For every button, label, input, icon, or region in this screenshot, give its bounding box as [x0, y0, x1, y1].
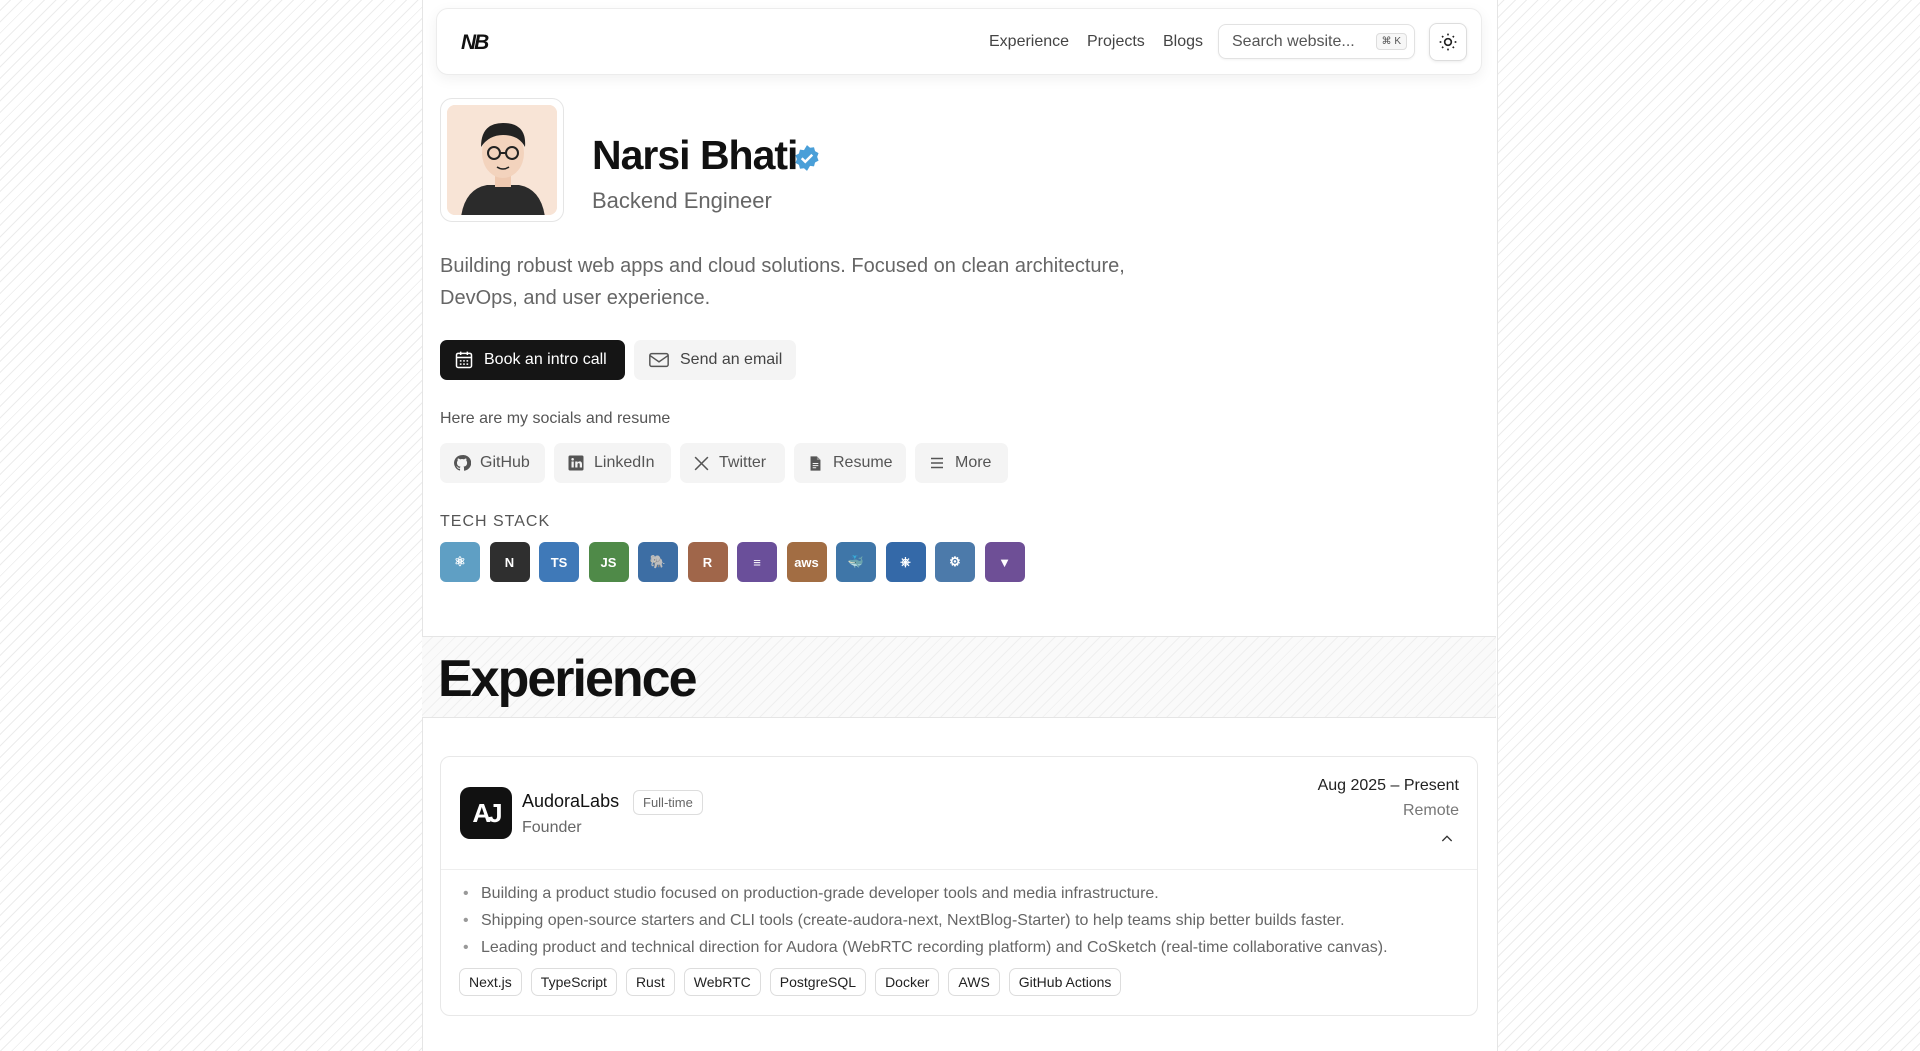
docker-icon[interactable]: 🐳 [836, 542, 876, 582]
tech-tag: WebRTC [683, 968, 761, 996]
social-more-button[interactable]: More [915, 443, 1008, 483]
search-shortcut: ⌘ K [1375, 33, 1407, 50]
experience-card: AJ AudoraLabs Full-time Founder Aug 2025… [440, 756, 1478, 1016]
verified-badge-icon [795, 145, 819, 171]
job-bullets: Building a product studio focused on pro… [463, 880, 1388, 961]
social-more-label: More [955, 454, 992, 471]
nextjs-icon[interactable]: N [489, 542, 530, 582]
experience-section-header: Experience [422, 636, 1496, 718]
send-email-button[interactable]: Send an email [634, 340, 796, 380]
nodejs-icon[interactable]: JS [588, 542, 629, 582]
menu-icon [931, 457, 943, 469]
aws-icon[interactable]: aws [786, 542, 827, 582]
book-intro-call-label: Book an intro call [484, 351, 607, 368]
tech-tag: Docker [875, 968, 940, 996]
search-input[interactable]: Search website... ⌘ K [1218, 24, 1415, 59]
chevron-up-icon[interactable] [1439, 831, 1455, 847]
job-bullet: Leading product and technical direction … [463, 934, 1388, 961]
tech-tag: TypeScript [530, 968, 617, 996]
profile-bio: Building robust web apps and cloud solut… [440, 255, 1125, 309]
mail-icon [649, 352, 669, 368]
github-icon [454, 455, 471, 471]
job-bullet: Shipping open-source starters and CLI to… [463, 907, 1388, 934]
calendar-icon [455, 351, 473, 369]
github-actions-icon[interactable]: ⚙ [935, 542, 975, 582]
social-linkedin-label: LinkedIn [594, 454, 655, 471]
nav-link-blogs[interactable]: Blogs [1163, 33, 1203, 51]
tech-tag: Next.js [459, 968, 522, 996]
card-divider [441, 869, 1477, 870]
company-logo: AJ [460, 787, 512, 839]
profile-name: Narsi Bhati [592, 132, 798, 178]
postgresql-icon[interactable]: 🐘 [638, 542, 678, 582]
company-name[interactable]: AudoraLabs [522, 791, 619, 812]
social-resume-button[interactable]: Resume [794, 443, 906, 483]
prisma-icon[interactable]: ≡ [737, 542, 777, 582]
job-tags: Next.js TypeScript Rust WebRTC PostgreSQ… [459, 968, 1122, 996]
social-twitter-button[interactable]: Twitter [680, 443, 785, 483]
social-twitter-label: Twitter [719, 454, 767, 471]
experience-heading: Experience [438, 650, 697, 708]
tech-stack-title: TECH STACK [440, 513, 551, 530]
avatar-illustration [447, 105, 557, 215]
kubernetes-icon[interactable]: ⎈ [885, 542, 926, 582]
social-resume-label: Resume [833, 454, 893, 471]
site-logo[interactable]: NB [461, 31, 489, 55]
job-position: Founder [522, 819, 582, 836]
rust-icon[interactable]: R [687, 542, 728, 582]
tech-tag: GitHub Actions [1008, 968, 1122, 996]
tech-tag: AWS [948, 968, 1000, 996]
terraform-icon[interactable]: ▼ [984, 542, 1025, 582]
tech-tag: Rust [625, 968, 675, 996]
job-bullet: Building a product studio focused on pro… [463, 880, 1388, 907]
employment-type-badge: Full-time [633, 790, 703, 815]
book-intro-call-button[interactable]: Book an intro call [440, 340, 625, 380]
search-placeholder: Search website... [1232, 33, 1355, 50]
x-icon [694, 456, 709, 470]
tech-tag: PostgreSQL [769, 968, 867, 996]
social-github-button[interactable]: GitHub [440, 443, 545, 483]
socials-title: Here are my socials and resume [440, 410, 671, 427]
job-dates: Aug 2025 – Present [1317, 777, 1459, 794]
theme-toggle-button[interactable] [1429, 23, 1467, 61]
nav-link-projects[interactable]: Projects [1087, 33, 1145, 51]
profile-role: Backend Engineer [592, 188, 772, 213]
send-email-label: Send an email [680, 351, 783, 368]
social-github-label: GitHub [480, 454, 530, 471]
file-icon [810, 455, 821, 471]
navbar: NB Experience Projects Blogs Search webs… [436, 8, 1482, 75]
react-icon[interactable]: ⚛ [440, 542, 480, 582]
job-location: Remote [1402, 802, 1459, 819]
social-linkedin-button[interactable]: LinkedIn [554, 443, 671, 483]
sun-icon [1439, 33, 1457, 51]
linkedin-icon [568, 455, 584, 471]
typescript-icon[interactable]: TS [539, 542, 579, 582]
nav-link-experience[interactable]: Experience [989, 33, 1069, 51]
avatar [440, 98, 564, 222]
